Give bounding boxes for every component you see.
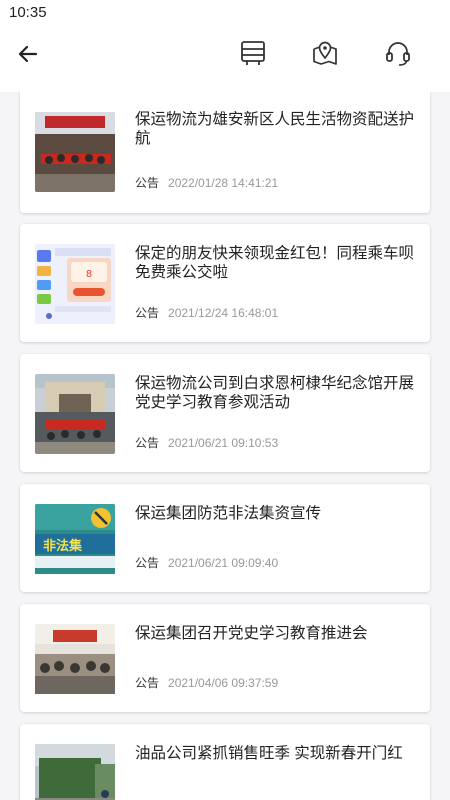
bus-icon xyxy=(241,41,265,65)
news-date: 2021/12/24 16:48:01 xyxy=(168,306,279,320)
news-title: 保运集团召开党史学习教育推进会 xyxy=(135,625,368,642)
news-tag: 公告 xyxy=(135,306,160,320)
news-meta: 公告 2022/01/28 14:41:21 xyxy=(135,174,278,191)
back-button[interactable] xyxy=(14,40,42,68)
arrow-left-icon xyxy=(18,45,38,63)
news-thumbnail: 非法集 xyxy=(35,504,115,584)
news-thumbnail xyxy=(35,374,115,454)
news-tag: 公告 xyxy=(135,176,160,190)
news-title: 油品公司紧抓销售旺季 实现新春开门红 xyxy=(135,745,403,762)
news-thumbnail xyxy=(35,624,115,704)
status-bar: 10:35 xyxy=(0,0,450,26)
customer-service-button[interactable] xyxy=(383,38,413,68)
svg-text:8: 8 xyxy=(86,269,92,280)
news-title: 保运物流为雄安新区人民生活物资配送护航 xyxy=(135,111,415,147)
news-card[interactable]: 8 保定的朋友快来领现金红包！同程乘车呗免费乘公交啦 公告 2021/12/24 … xyxy=(20,224,430,342)
status-time: 10:35 xyxy=(9,4,47,21)
map-location-button[interactable] xyxy=(310,38,340,68)
news-meta: 公告 2021/06/21 09:09:40 xyxy=(135,554,278,571)
news-thumbnail xyxy=(35,112,115,192)
app-bar xyxy=(0,26,450,92)
map-pin-icon xyxy=(313,41,337,65)
news-title: 保运物流公司到白求恩柯棣华纪念馆开展党史学习教育参观活动 xyxy=(135,375,415,411)
news-meta: 公告 2021/12/24 16:48:01 xyxy=(135,304,278,321)
news-meta: 公告 2021/04/06 09:37:59 xyxy=(135,674,278,691)
news-date: 2021/06/21 09:09:40 xyxy=(168,556,279,570)
news-thumbnail xyxy=(35,744,115,800)
news-date: 2022/01/28 14:41:21 xyxy=(168,176,279,190)
news-meta: 公告 2021/06/21 09:10:53 xyxy=(135,434,278,451)
news-date: 2021/04/06 09:37:59 xyxy=(168,676,279,690)
bus-button[interactable] xyxy=(238,38,268,68)
news-card[interactable]: 非法集 保运集团防范非法集资宣传 公告 2021/06/21 09:09:40 xyxy=(20,484,430,592)
news-card[interactable]: 保运集团召开党史学习教育推进会 公告 2021/04/06 09:37:59 xyxy=(20,604,430,712)
headset-icon xyxy=(386,42,410,66)
news-tag: 公告 xyxy=(135,676,160,690)
news-thumbnail: 8 xyxy=(35,244,115,324)
news-list[interactable]: 保运物流为雄安新区人民生活物资配送护航 公告 2022/01/28 14:41:2… xyxy=(0,92,450,800)
news-date: 2021/06/21 09:10:53 xyxy=(168,436,279,450)
news-card[interactable]: 保运物流为雄安新区人民生活物资配送护航 公告 2022/01/28 14:41:2… xyxy=(20,92,430,213)
news-title: 保定的朋友快来领现金红包！同程乘车呗免费乘公交啦 xyxy=(135,245,415,281)
news-card[interactable]: 保运物流公司到白求恩柯棣华纪念馆开展党史学习教育参观活动 公告 2021/06/2… xyxy=(20,354,430,472)
news-tag: 公告 xyxy=(135,436,160,450)
svg-text:非法集: 非法集 xyxy=(43,538,83,554)
news-tag: 公告 xyxy=(135,556,160,570)
news-card[interactable]: 油品公司紧抓销售旺季 实现新春开门红 xyxy=(20,724,430,800)
news-title: 保运集团防范非法集资宣传 xyxy=(135,505,322,522)
